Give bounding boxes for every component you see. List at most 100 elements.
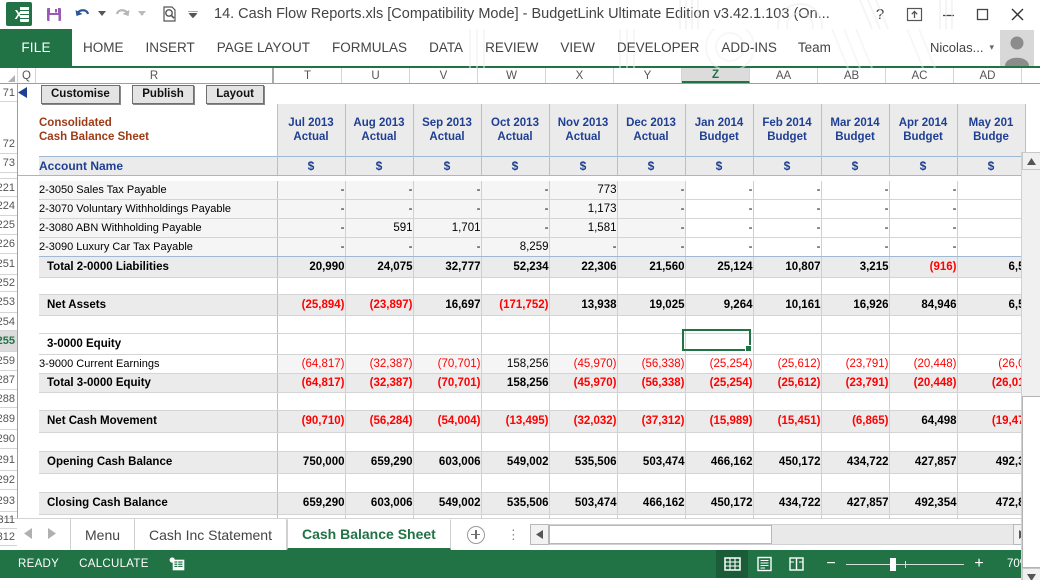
cell-value[interactable]: - xyxy=(753,218,822,238)
table-row[interactable]: Total 3-0000 Equity (64,817) (32,387) (7… xyxy=(18,372,1026,393)
cell-value[interactable]: (20,448) xyxy=(889,372,958,393)
cell-value[interactable]: - xyxy=(685,237,754,257)
cell-value[interactable]: (90,710) xyxy=(277,409,346,433)
cell-value[interactable]: 535,506 xyxy=(481,491,550,515)
cell-value[interactable]: (56,338) xyxy=(617,353,686,374)
table-row[interactable]: Closing Cash Balance 659,290 603,006 549… xyxy=(18,491,1026,515)
cell-value[interactable] xyxy=(549,432,618,452)
row-header-251[interactable]: 251 xyxy=(0,254,17,275)
cell-value[interactable]: (20,448) xyxy=(889,353,958,374)
cell-value[interactable]: (54,004) xyxy=(413,409,482,433)
cell-value[interactable] xyxy=(617,473,686,493)
cell-value[interactable] xyxy=(549,333,618,355)
cell-value[interactable] xyxy=(685,473,754,493)
cell-value[interactable]: - xyxy=(617,237,686,257)
row-header-288[interactable]: 288 xyxy=(0,390,17,408)
cell-value[interactable]: (19,47 xyxy=(957,409,1026,433)
cell-value[interactable]: - xyxy=(753,237,822,257)
cell-value[interactable] xyxy=(753,432,822,452)
row-header-254[interactable]: 254 xyxy=(0,313,17,331)
cell-value[interactable]: (64,817) xyxy=(277,353,346,374)
cell-value[interactable] xyxy=(345,514,414,518)
cell-value[interactable]: 503,474 xyxy=(617,450,686,474)
row-header-71[interactable]: 71 xyxy=(0,84,17,102)
cell-value[interactable] xyxy=(617,432,686,452)
cell-value[interactable]: 22,306 xyxy=(549,256,618,278)
row-header-226[interactable]: 226 xyxy=(0,235,17,254)
cell-value[interactable] xyxy=(753,315,822,334)
avatar[interactable] xyxy=(1000,29,1034,66)
cell-value[interactable] xyxy=(821,514,890,518)
column-header-U[interactable]: U xyxy=(342,68,410,83)
row-header-255[interactable]: 255 xyxy=(0,331,17,352)
cell-value[interactable] xyxy=(413,432,482,452)
cell-value[interactable]: 3,215 xyxy=(821,256,890,278)
undo-dropdown-icon[interactable] xyxy=(96,1,108,27)
cell-value[interactable]: (25,894) xyxy=(277,293,346,316)
cell-value[interactable]: 32,777 xyxy=(413,256,482,278)
column-header-AB[interactable]: AB xyxy=(818,68,886,83)
sheet-tab-cash-inc-statement[interactable]: Cash Inc Statement xyxy=(135,519,287,550)
table-row[interactable] xyxy=(18,514,1026,518)
cell-value[interactable] xyxy=(685,315,754,334)
cell-value[interactable] xyxy=(481,432,550,452)
table-row[interactable]: Net Cash Movement (90,710) (56,284) (54,… xyxy=(18,409,1026,433)
cell-value[interactable]: - xyxy=(549,237,618,257)
cell-value[interactable] xyxy=(481,392,550,411)
cell-value[interactable] xyxy=(957,277,1026,295)
cell-value[interactable]: 25,124 xyxy=(685,256,754,278)
cell-value[interactable] xyxy=(617,333,686,355)
cell-value[interactable] xyxy=(685,514,754,518)
cell-value[interactable] xyxy=(277,333,346,355)
cell-value[interactable] xyxy=(481,514,550,518)
cell-value[interactable] xyxy=(889,277,958,295)
cell-value[interactable]: 64,498 xyxy=(889,409,958,433)
column-header-Q[interactable]: Q xyxy=(18,68,36,83)
cell-value[interactable] xyxy=(889,514,958,518)
active-cell-Z255[interactable] xyxy=(685,333,754,355)
cell-value[interactable]: - xyxy=(345,237,414,257)
cell-value[interactable]: 9,264 xyxy=(685,293,754,316)
select-all-corner[interactable] xyxy=(0,68,18,83)
scroll-up-button[interactable] xyxy=(1022,152,1040,170)
hscroll-track[interactable] xyxy=(548,524,1013,545)
cell-value[interactable] xyxy=(481,473,550,493)
cell-value[interactable] xyxy=(957,199,1026,219)
cell-value[interactable]: 19,025 xyxy=(617,293,686,316)
save-icon[interactable] xyxy=(40,1,68,27)
cell-value[interactable]: (23,791) xyxy=(821,353,890,374)
customize-qat-icon[interactable] xyxy=(184,1,202,27)
cell-value[interactable] xyxy=(481,333,550,355)
tab-insert[interactable]: INSERT xyxy=(135,29,206,66)
cell-value[interactable]: - xyxy=(685,218,754,238)
column-header-V[interactable]: V xyxy=(410,68,478,83)
cell-value[interactable]: - xyxy=(481,199,550,219)
cell-value[interactable] xyxy=(889,432,958,452)
row-header-72[interactable]: 72 xyxy=(0,102,17,154)
cell-value[interactable]: 427,857 xyxy=(889,450,958,474)
row-header-312[interactable]: 312 xyxy=(0,529,17,546)
cell-value[interactable]: 10,161 xyxy=(753,293,822,316)
row-header-289[interactable]: 289 xyxy=(0,408,17,430)
scroll-thumb[interactable] xyxy=(1022,396,1040,568)
tab-data[interactable]: DATA xyxy=(418,29,474,66)
cell-value[interactable]: - xyxy=(889,237,958,257)
table-row[interactable]: Total 2-0000 Liabilities 20,990 24,075 3… xyxy=(18,256,1026,278)
cell-value[interactable]: 466,162 xyxy=(685,450,754,474)
cell-value[interactable]: 427,857 xyxy=(821,491,890,515)
cell-value[interactable]: 84,946 xyxy=(889,293,958,316)
cell-value[interactable] xyxy=(413,333,482,355)
cell-value[interactable] xyxy=(277,473,346,493)
cell-value[interactable] xyxy=(685,432,754,452)
tab-team[interactable]: Team xyxy=(788,29,841,66)
scroll-left-button[interactable] xyxy=(529,524,549,545)
cell-value[interactable] xyxy=(821,315,890,334)
cell-value[interactable]: - xyxy=(413,237,482,257)
cell-value[interactable]: (26,0 xyxy=(957,353,1026,374)
column-header-R[interactable]: R xyxy=(36,68,274,83)
cell-value[interactable] xyxy=(481,277,550,295)
cell-value[interactable] xyxy=(753,514,822,518)
tab-page-layout[interactable]: PAGE LAYOUT xyxy=(206,29,321,66)
cell-value[interactable]: - xyxy=(481,181,550,200)
cell-value[interactable]: - xyxy=(821,218,890,238)
